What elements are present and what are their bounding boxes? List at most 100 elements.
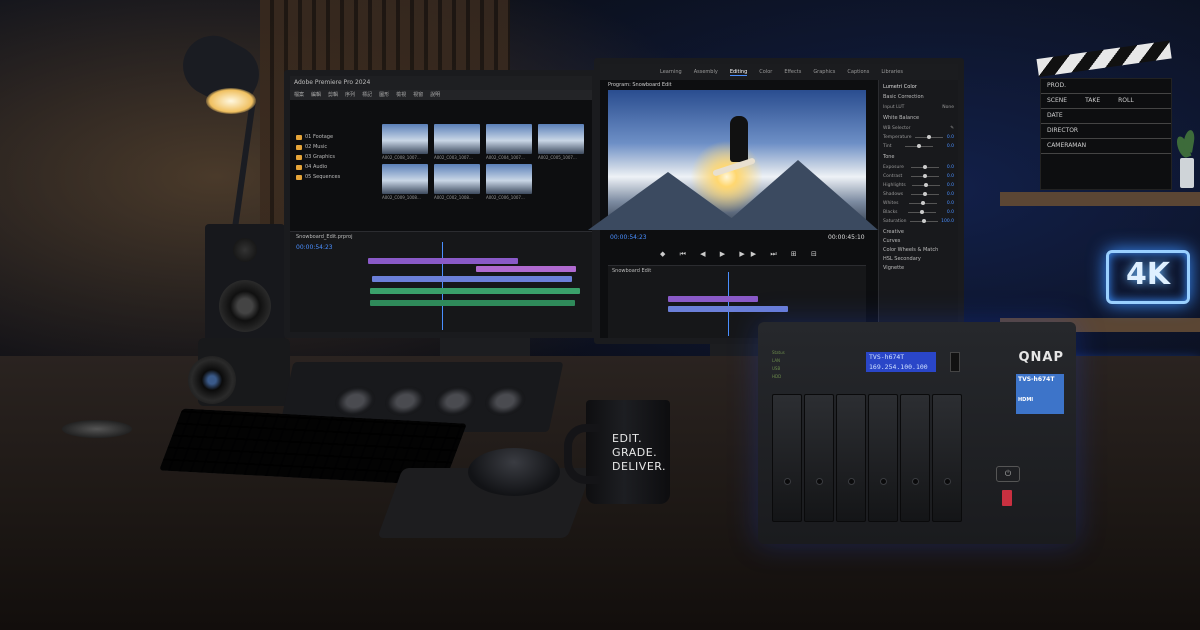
slider-shadows[interactable]: Shadows 0.0 — [883, 190, 954, 199]
usb-port[interactable] — [1002, 490, 1012, 506]
folder-icon — [296, 164, 302, 170]
drive-bay-3[interactable] — [836, 394, 866, 522]
tab-color[interactable]: Color — [759, 69, 772, 75]
tone-header[interactable]: Tone — [883, 154, 954, 160]
timeline-playhead[interactable] — [442, 242, 443, 330]
bin-item[interactable]: 02 Music — [296, 142, 372, 152]
tab-editing[interactable]: Editing — [729, 69, 748, 76]
tab-captions[interactable]: Captions — [847, 69, 869, 75]
media-thumbnail[interactable]: A002_C006_1007... — [486, 164, 532, 200]
editing-studio-scene: PROD. SCENE TAKE ROLL DATE DIRECTOR CAME… — [0, 0, 1200, 630]
sequence-tab[interactable]: Snowboard_Edit.prproj — [296, 234, 353, 240]
left-timeline-panel[interactable]: Snowboard_Edit.prproj 00:00:54:23 — [290, 231, 592, 332]
program-timecode-current: 00:00:54:23 — [610, 234, 647, 241]
menu-item-sequence[interactable]: 序列 — [345, 90, 355, 100]
bin-item[interactable]: 01 Footage — [296, 132, 372, 142]
computer-mouse — [468, 448, 560, 496]
slider-tint[interactable]: Tint 0.0 — [883, 142, 954, 151]
menu-item-file[interactable]: 檔案 — [294, 90, 304, 100]
nas-lcd-display: TVS-h674T 169.254.100.100 — [866, 352, 936, 372]
qnap-logo: QNAP — [1018, 350, 1064, 365]
media-thumbnail[interactable]: A002_C002_1008... — [434, 164, 480, 200]
clapper-stripes — [1036, 40, 1172, 77]
clapper-prod-label: PROD. — [1047, 82, 1067, 89]
clapper-scene-label: SCENE — [1047, 97, 1068, 104]
lcd-select-button[interactable] — [950, 352, 960, 372]
timeline-playhead-right[interactable] — [728, 272, 729, 336]
slider-exposure[interactable]: Exposure 0.0 — [883, 163, 954, 172]
tab-effects[interactable]: Effects — [784, 69, 801, 75]
bin-item[interactable]: 05 Sequences — [296, 172, 372, 182]
audio-clip[interactable] — [370, 300, 575, 306]
studio-speaker — [205, 224, 285, 344]
media-thumbnail[interactable]: A002_C004_1007... — [486, 124, 532, 160]
clapper-cameraman-label: CAMERAMAN — [1047, 142, 1087, 149]
menu-item-graphics[interactable]: 圖形 — [379, 90, 389, 100]
video-clip[interactable] — [368, 258, 518, 264]
left-monitor: Adobe Premiere Pro 2024 檔案 編輯 剪輯 序列 標記 圖… — [284, 70, 598, 338]
media-thumbnail[interactable]: A002_C008_1007... — [382, 124, 428, 160]
coffee-mug: EDIT. GRADE. DELIVER. — [564, 400, 670, 504]
video-clip[interactable] — [476, 266, 576, 272]
drive-bay-1[interactable] — [772, 394, 802, 522]
slider-saturation[interactable]: Saturation 100.0 — [883, 217, 954, 226]
audio-clip[interactable] — [370, 288, 580, 294]
slider-whites[interactable]: Whites 0.0 — [883, 199, 954, 208]
folder-icon — [296, 134, 302, 140]
menu-item-markers[interactable]: 標記 — [362, 90, 372, 100]
slider-blacks[interactable]: Blacks 0.0 — [883, 208, 954, 217]
transport-controls[interactable]: ◆ ⏮ ◀ ▶ ▶▶ ⏭ ⊞ ⊟ — [660, 250, 823, 259]
snowboarder-figure — [730, 116, 748, 162]
lcd-ip-address: 169.254.100.100 — [869, 363, 928, 371]
project-bin-list: 01 Footage 02 Music 03 Graphics 04 Audio… — [296, 132, 372, 182]
tab-assembly[interactable]: Assembly — [694, 69, 718, 75]
drive-bay-4[interactable] — [868, 394, 898, 522]
led-label-lan: LAN — [772, 358, 781, 363]
sequence-tab-right[interactable]: Snowboard Edit — [612, 268, 651, 274]
camera-lens — [188, 356, 236, 404]
tab-graphics[interactable]: Graphics — [813, 69, 835, 75]
trackball — [381, 386, 429, 416]
slider-highlights[interactable]: Highlights 0.0 — [883, 181, 954, 190]
menu-item-view[interactable]: 檢視 — [396, 90, 406, 100]
media-thumbnail[interactable]: A002_C009_1008... — [382, 164, 428, 200]
media-thumbnail-grid: A002_C008_1007... A002_C003_1007... A002… — [382, 124, 587, 200]
program-monitor-video[interactable] — [588, 90, 878, 230]
hsl-secondary-header[interactable]: HSL Secondary — [883, 256, 954, 262]
bin-item[interactable]: 04 Audio — [296, 162, 372, 172]
curves-header[interactable]: Curves — [883, 238, 954, 244]
slider-contrast[interactable]: Contrast 0.0 — [883, 172, 954, 181]
basic-correction-header[interactable]: Basic Correction — [883, 94, 954, 100]
slider-temperature[interactable]: Temperature 0.0 — [883, 133, 954, 142]
color-wheels-header[interactable]: Color Wheels & Match — [883, 247, 954, 253]
input-lut-select[interactable]: None — [942, 105, 954, 110]
vignette-header[interactable]: Vignette — [883, 265, 954, 271]
creative-header[interactable]: Creative — [883, 229, 954, 235]
bin-item[interactable]: 03 Graphics — [296, 152, 372, 162]
menu-item-help[interactable]: 說明 — [430, 90, 440, 100]
tab-libraries[interactable]: Libraries — [881, 69, 903, 75]
wall-shelf-upper — [1000, 192, 1200, 206]
eyedropper-icon[interactable]: ✎ — [950, 126, 954, 131]
qnap-nas-device: Status LAN USB HDD TVS-h674T 169.254.100… — [758, 322, 1076, 544]
clapperboard: PROD. SCENE TAKE ROLL DATE DIRECTOR CAME… — [1036, 40, 1172, 190]
drive-bay-5[interactable] — [900, 394, 930, 522]
media-thumbnail[interactable]: A002_C003_1007... — [434, 124, 480, 160]
menu-item-window[interactable]: 視窗 — [413, 90, 423, 100]
media-thumbnail[interactable]: A002_C005_1007... — [538, 124, 584, 160]
wireless-charger-puck — [62, 420, 132, 438]
video-clip[interactable] — [668, 296, 758, 302]
clapper-roll-label: ROLL — [1118, 97, 1134, 104]
menu-item-edit[interactable]: 編輯 — [311, 90, 321, 100]
drive-bay-6[interactable] — [932, 394, 962, 522]
video-clip[interactable] — [668, 306, 788, 312]
drive-bay-2[interactable] — [804, 394, 834, 522]
wb-selector-label: WB Selector — [883, 126, 911, 131]
tab-learning[interactable]: Learning — [660, 69, 682, 75]
timeline-timecode: 00:00:54:23 — [296, 244, 333, 251]
power-button-icon[interactable]: ⏻ — [996, 466, 1020, 482]
menu-item-clip[interactable]: 剪輯 — [328, 90, 338, 100]
white-balance-header[interactable]: White Balance — [883, 115, 954, 121]
video-clip[interactable] — [372, 276, 572, 282]
clapper-date-label: DATE — [1047, 112, 1063, 119]
